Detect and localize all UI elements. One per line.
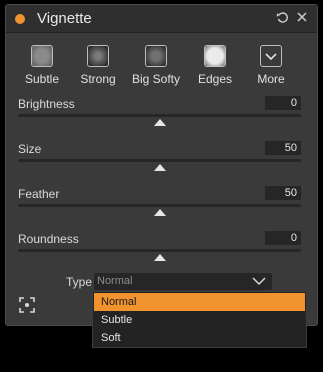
vignette-panel: Vignette Subtle Strong Big Softy Edges M… [5,4,318,326]
brightness-thumb[interactable] [153,119,166,126]
dropdown-option-normal[interactable]: Normal [94,293,305,311]
panel-status-dot-icon [15,14,25,24]
size-thumb[interactable] [153,164,166,171]
slider-brightness: Brightness 0 [18,96,301,137]
vignette-strong-icon [87,45,109,67]
fit-to-screen-icon[interactable] [19,297,35,313]
vignette-subtle-icon [31,45,53,67]
preset-subtle-button[interactable]: Subtle [14,45,70,86]
size-value-field[interactable]: 50 [265,141,301,155]
slider-label: Size [18,142,42,156]
dropdown-option-soft[interactable]: Soft [94,329,305,347]
chevron-down-icon [252,274,266,288]
slider-label: Brightness [18,97,75,111]
feather-value-field[interactable]: 50 [265,186,301,200]
type-select[interactable]: Normal [94,273,272,290]
panel-titlebar[interactable]: Vignette [6,5,317,33]
roundness-track[interactable] [18,249,301,252]
roundness-value-field[interactable]: 0 [265,231,301,245]
preset-strong-button[interactable]: Strong [70,45,126,86]
slider-roundness: Roundness 0 [18,231,301,272]
slider-label: Roundness [18,232,79,246]
chevron-down-box-icon [260,45,282,67]
preset-label: Edges [197,72,233,86]
feather-thumb[interactable] [153,209,166,216]
type-row: Type Normal [6,273,317,291]
preset-big-softy-button[interactable]: Big Softy [128,45,184,86]
slider-feather: Feather 50 [18,186,301,227]
preset-label: Strong [80,72,116,86]
vignette-edges-icon [204,45,226,67]
slider-size: Size 50 [18,141,301,182]
preset-label: Subtle [24,72,60,86]
preset-more-button[interactable]: More [243,45,299,86]
roundness-thumb[interactable] [153,254,166,261]
panel-title: Vignette [37,10,92,27]
dropdown-option-subtle[interactable]: Subtle [94,311,305,329]
reset-icon[interactable] [276,11,289,27]
type-select-value: Normal [97,275,133,287]
preset-label: Big Softy [131,72,181,86]
brightness-track[interactable] [18,114,301,117]
brightness-value-field[interactable]: 0 [265,96,301,110]
feather-track[interactable] [18,204,301,207]
preset-bar: Subtle Strong Big Softy Edges More [6,45,317,87]
type-label: Type [66,275,93,289]
preset-edges-button[interactable]: Edges [187,45,243,86]
slider-label: Feather [18,187,60,201]
preset-label: More [257,72,285,86]
type-dropdown-menu: Normal Subtle Soft [92,291,307,348]
vignette-big-softy-icon [145,45,167,67]
close-icon[interactable] [296,11,308,26]
size-track[interactable] [18,159,301,162]
